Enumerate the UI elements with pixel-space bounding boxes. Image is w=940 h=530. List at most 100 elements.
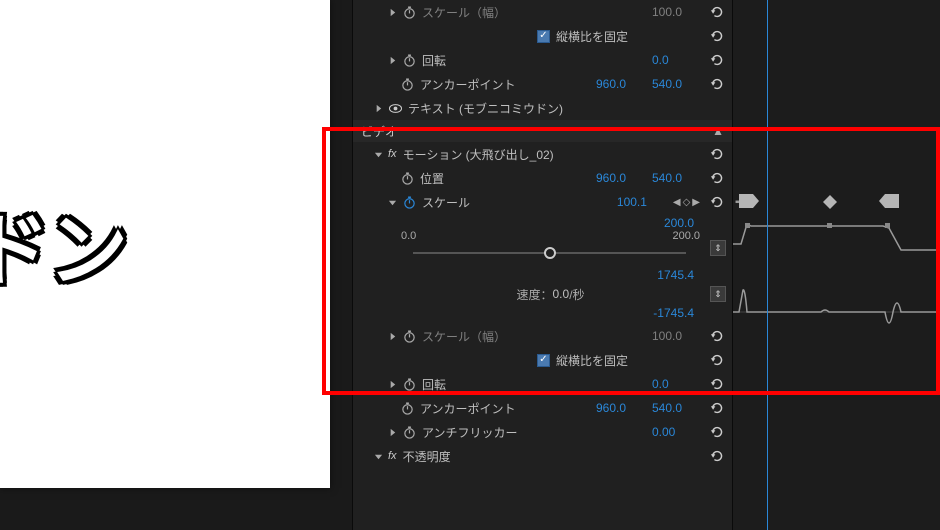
prev-keyframe-icon[interactable]: ◀	[673, 197, 681, 208]
property-value[interactable]: 960.0	[596, 171, 652, 185]
property-value[interactable]: 540.0	[652, 171, 708, 185]
slider-thumb[interactable]	[544, 247, 556, 259]
property-value[interactable]: 960.0	[596, 77, 652, 91]
scale-slider[interactable]	[413, 252, 686, 254]
effect-controls-panel: スケール（幅）100.0縦横比を固定回転0.0アンカーポイント960.0540.…	[352, 0, 732, 530]
property-label: 縦横比を固定	[556, 352, 628, 369]
property-label: スケール（幅）	[422, 4, 506, 21]
property-row[interactable]: 回転 0.0	[353, 48, 732, 72]
property-value[interactable]: 540.0	[652, 77, 708, 91]
property-label: 回転	[422, 52, 446, 69]
value-graph	[733, 214, 940, 284]
property-label: アンチフリッカー	[422, 424, 518, 441]
twirl-down-icon[interactable]	[373, 149, 384, 160]
stopwatch-icon[interactable]	[402, 425, 416, 439]
reset-icon[interactable]	[708, 3, 728, 21]
reset-icon[interactable]	[708, 27, 728, 45]
stopwatch-icon[interactable]	[402, 195, 416, 209]
property-label: 位置	[420, 170, 444, 187]
program-monitor: ドン	[0, 0, 330, 488]
property-value[interactable]: 0.00	[652, 425, 708, 439]
property-label: 回転	[422, 376, 446, 393]
slider-max-label: 200.0	[672, 230, 700, 242]
video-section-label: ビデオ	[361, 123, 397, 140]
stopwatch-icon[interactable]	[402, 377, 416, 391]
velocity-unit: /秒	[569, 286, 584, 303]
stopwatch-icon[interactable]	[400, 171, 414, 185]
property-label: アンカーポイント	[420, 76, 516, 93]
stopwatch-icon[interactable]	[400, 401, 414, 415]
property-row[interactable]: 縦横比を固定	[353, 348, 732, 372]
scale-upper-bound: 200.0	[401, 216, 724, 230]
add-keyframe-icon[interactable]: ◇	[683, 197, 691, 208]
twirl-down-icon[interactable]	[373, 451, 384, 462]
property-label: アンカーポイント	[420, 400, 516, 417]
property-row[interactable]: アンカーポイント 960.0540.0	[353, 396, 732, 420]
property-row[interactable]: スケール 100.1◀◇▶	[353, 190, 732, 214]
property-value[interactable]: 100.1	[617, 195, 673, 209]
twirl-right-icon[interactable]	[387, 379, 398, 390]
twirl-right-icon[interactable]	[373, 103, 384, 114]
reset-icon[interactable]	[708, 399, 728, 417]
reset-icon[interactable]	[708, 447, 728, 465]
value-graph-toggle[interactable]: ⇕	[710, 240, 726, 256]
reset-icon[interactable]	[708, 193, 728, 211]
stopwatch-icon[interactable]	[402, 5, 416, 19]
property-row[interactable]: 位置 960.0540.0	[353, 166, 732, 190]
keyframe-hold-icon[interactable]	[739, 194, 759, 208]
reset-icon[interactable]	[708, 51, 728, 69]
property-label: 縦横比を固定	[556, 28, 628, 45]
property-row[interactable]: スケール（幅） 100.0	[353, 324, 732, 348]
twirl-right-icon[interactable]	[387, 7, 398, 18]
velocity-graph-toggle[interactable]: ⇕	[710, 286, 726, 302]
velocity-label: 速度：	[516, 286, 552, 303]
stopwatch-icon[interactable]	[402, 329, 416, 343]
slider-min-label: 0.0	[401, 230, 416, 242]
checkbox[interactable]	[537, 30, 550, 43]
property-label: テキスト (モブニコミウドン)	[408, 100, 563, 117]
property-value[interactable]: 0.0	[652, 377, 708, 391]
reset-icon[interactable]	[708, 351, 728, 369]
next-keyframe-icon[interactable]: ▶	[692, 197, 700, 208]
property-value[interactable]: 0.0	[652, 53, 708, 67]
property-row[interactable]: 縦横比を固定	[353, 24, 732, 48]
collapse-icon[interactable]: ▲	[712, 124, 724, 138]
property-value[interactable]: 100.0	[652, 329, 708, 343]
property-row[interactable]: テキスト (モブニコミウドン)	[353, 96, 732, 120]
property-row[interactable]: アンチフリッカー 0.00	[353, 420, 732, 444]
playhead[interactable]	[767, 0, 768, 530]
property-label: スケール	[422, 194, 470, 211]
stopwatch-icon[interactable]	[400, 77, 414, 91]
property-row[interactable]: アンカーポイント 960.0540.0	[353, 72, 732, 96]
property-label: モーション (大飛び出し_02)	[403, 146, 554, 163]
twirl-down-icon[interactable]	[387, 197, 398, 208]
reset-icon[interactable]	[708, 145, 728, 163]
twirl-right-icon[interactable]	[387, 427, 398, 438]
reset-icon[interactable]	[708, 75, 728, 93]
reset-icon[interactable]	[708, 375, 728, 393]
scale-keyframe-track[interactable]: ▪▪▪▪	[733, 190, 940, 214]
reset-icon[interactable]	[708, 169, 728, 187]
timeline-mini: ▪▪▪▪	[732, 0, 940, 530]
keyframe-diamond-icon[interactable]	[823, 195, 837, 209]
keyframe-hold-icon[interactable]	[879, 194, 899, 208]
eye-icon[interactable]	[388, 101, 402, 115]
video-section-header[interactable]: ビデオ ▲	[353, 120, 732, 142]
velocity-value[interactable]: 0.0	[553, 287, 570, 301]
property-label: スケール（幅）	[422, 328, 506, 345]
property-value[interactable]: 960.0	[596, 401, 652, 415]
stopwatch-icon[interactable]	[402, 53, 416, 67]
property-row[interactable]: fx不透明度	[353, 444, 732, 468]
twirl-right-icon[interactable]	[387, 331, 398, 342]
property-row[interactable]: fxモーション (大飛び出し_02)	[353, 142, 732, 166]
property-value[interactable]: 100.0	[652, 5, 708, 19]
reset-icon[interactable]	[708, 327, 728, 345]
property-row[interactable]: 回転 0.0	[353, 372, 732, 396]
property-row[interactable]: スケール（幅） 100.0	[353, 0, 732, 24]
checkbox[interactable]	[537, 354, 550, 367]
keyframe-nav[interactable]: ◀◇▶	[673, 197, 700, 208]
property-value[interactable]: 540.0	[652, 401, 708, 415]
reset-icon[interactable]	[708, 423, 728, 441]
velocity-lower: -1745.4	[401, 306, 724, 324]
twirl-right-icon[interactable]	[387, 55, 398, 66]
